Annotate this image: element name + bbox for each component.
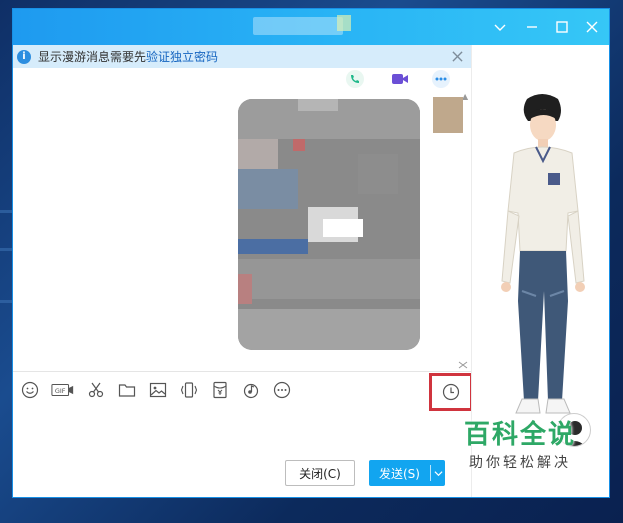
baike-watermark: 百科全说 助你轻松解决 bbox=[440, 418, 600, 496]
maximize-button[interactable] bbox=[550, 15, 574, 39]
chevron-down-icon bbox=[494, 24, 506, 31]
contact-name-blurred bbox=[253, 17, 343, 35]
input-toolbar: GIF bbox=[19, 377, 302, 403]
phone-icon bbox=[346, 70, 364, 88]
gif-button[interactable]: GIF bbox=[50, 379, 76, 401]
more-icon bbox=[432, 70, 450, 88]
notice-text: 显示漫游消息需要先 bbox=[38, 50, 147, 64]
scissors-icon bbox=[88, 382, 104, 398]
red-packet-button[interactable] bbox=[209, 379, 231, 401]
avatar-character-figure bbox=[501, 94, 585, 414]
voice-call-button[interactable] bbox=[345, 69, 365, 89]
watermark-subtitle: 助你轻松解决 bbox=[469, 455, 571, 471]
window-shake-button[interactable] bbox=[178, 379, 200, 401]
info-icon: i bbox=[17, 49, 31, 64]
shake-icon bbox=[180, 382, 198, 398]
close-button[interactable]: 关闭(C) bbox=[285, 460, 355, 486]
emoji-button[interactable] bbox=[19, 379, 41, 401]
red-packet-icon bbox=[213, 381, 227, 399]
notice-close-button[interactable] bbox=[449, 48, 465, 64]
status-icon-blurred bbox=[337, 15, 351, 31]
minimize-button[interactable] bbox=[520, 15, 544, 39]
image-icon bbox=[149, 382, 167, 398]
avatar-blurred bbox=[433, 97, 463, 133]
more-tools-button[interactable] bbox=[271, 379, 293, 401]
screenshot-button[interactable] bbox=[85, 379, 107, 401]
more-icon bbox=[273, 381, 291, 399]
send-file-button[interactable] bbox=[116, 379, 138, 401]
desktop-stripe bbox=[0, 300, 12, 303]
video-call-button[interactable] bbox=[390, 69, 410, 89]
send-button-label: 发送(S) bbox=[379, 466, 420, 481]
send-button[interactable]: 发送(S) bbox=[369, 460, 445, 486]
message-history-button[interactable] bbox=[429, 373, 473, 411]
maximize-icon bbox=[556, 21, 568, 33]
svg-text:GIF: GIF bbox=[55, 387, 66, 395]
minimize-icon bbox=[527, 26, 537, 28]
music-icon bbox=[243, 383, 259, 399]
desktop-stripe bbox=[0, 248, 12, 251]
roaming-notice-bar: i 显示漫游消息需要先 验证独立密码 bbox=[13, 45, 471, 68]
emoji-icon bbox=[21, 381, 39, 399]
gif-icon: GIF bbox=[51, 383, 74, 397]
more-apps-button[interactable] bbox=[431, 69, 451, 89]
send-image-button[interactable] bbox=[147, 379, 169, 401]
close-icon bbox=[451, 50, 463, 62]
folder-icon bbox=[118, 384, 136, 397]
collapse-button[interactable] bbox=[488, 15, 512, 39]
scroll-down-icon[interactable] bbox=[458, 361, 468, 369]
music-button[interactable] bbox=[240, 379, 262, 401]
video-icon bbox=[392, 74, 408, 84]
clock-icon bbox=[442, 383, 460, 401]
desktop-stripe bbox=[0, 210, 12, 213]
watermark-title: 百科全说 bbox=[463, 420, 576, 450]
message-bubble-blurred bbox=[238, 99, 420, 350]
close-icon bbox=[586, 21, 598, 33]
title-bar[interactable] bbox=[13, 9, 609, 45]
input-divider bbox=[13, 371, 471, 372]
close-window-button[interactable] bbox=[580, 15, 604, 39]
verify-password-link[interactable]: 验证独立密码 bbox=[146, 48, 218, 65]
